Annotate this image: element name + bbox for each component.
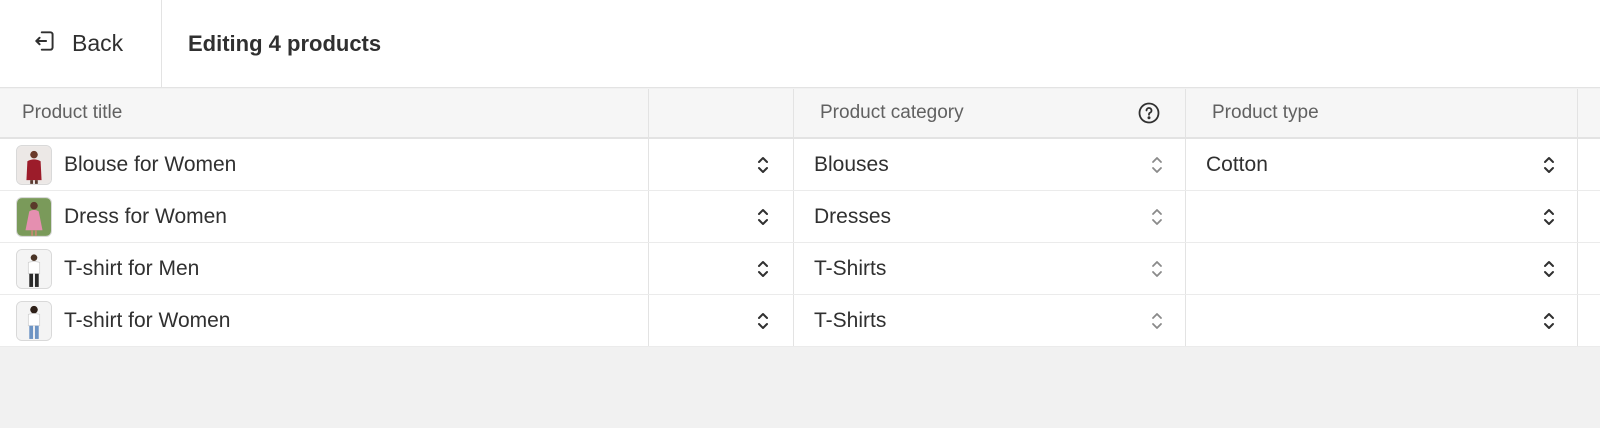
table-row: T-shirt for Women T-Shirts (0, 295, 1600, 347)
chevron-up-down-icon[interactable] (755, 310, 771, 332)
page-title: Editing 4 products (188, 30, 382, 56)
product-category-select[interactable]: T-Shirts (794, 243, 1186, 294)
table-row: Dress for Women Dresses (0, 191, 1600, 243)
product-category-value: Blouses (814, 152, 889, 176)
product-title-cell[interactable]: T-shirt for Women (0, 295, 649, 346)
column-header-product-category[interactable]: Product category (794, 89, 1186, 137)
chevron-up-down-icon[interactable] (755, 206, 771, 228)
product-title-cell[interactable]: T-shirt for Men (0, 243, 649, 294)
product-thumbnail (16, 248, 52, 289)
row-overflow (1578, 295, 1600, 346)
product-thumbnail (16, 196, 52, 237)
chevron-up-down-icon (1149, 154, 1165, 176)
product-category-value: T-Shirts (814, 256, 887, 280)
chevron-up-down-icon (1149, 206, 1165, 228)
product-type-select[interactable]: Cotton (1186, 139, 1578, 190)
column-header-product-title[interactable]: Product title (0, 89, 649, 137)
chevron-up-down-icon (1541, 310, 1557, 332)
product-thumbnail (16, 300, 52, 341)
product-title-cell[interactable]: Blouse for Women (0, 139, 649, 190)
question-circle-icon[interactable] (1137, 101, 1161, 125)
product-category-select[interactable]: Blouses (794, 139, 1186, 190)
column-header-label: Product type (1212, 102, 1319, 123)
exit-arrow-icon (32, 28, 58, 59)
product-category-select[interactable]: Dresses (794, 191, 1186, 242)
product-category-value: T-Shirts (814, 308, 887, 332)
table-header-row: Product title Product category Product t… (0, 89, 1600, 139)
row-overflow (1578, 191, 1600, 242)
product-category-select[interactable]: T-Shirts (794, 295, 1186, 346)
title-stepper-cell (649, 295, 794, 346)
back-button[interactable]: Back (0, 0, 162, 88)
table-row: Blouse for Women Blouses Cotton (0, 139, 1600, 191)
product-title-value: T-shirt for Men (64, 256, 200, 280)
product-thumbnail (16, 144, 52, 185)
chevron-up-down-icon (1541, 206, 1557, 228)
product-type-value: Cotton (1206, 152, 1268, 176)
row-overflow (1578, 243, 1600, 294)
column-header-label: Product title (22, 102, 123, 123)
title-stepper-cell (649, 139, 794, 190)
column-header-product-type[interactable]: Product type (1186, 89, 1578, 137)
title-stepper-cell (649, 191, 794, 242)
chevron-up-down-icon (1149, 258, 1165, 280)
table-row: T-shirt for Men T-Shirts (0, 243, 1600, 295)
column-header-overflow (1578, 89, 1600, 137)
product-type-select[interactable] (1186, 191, 1578, 242)
chevron-up-down-icon (1541, 154, 1557, 176)
top-bar: Back Editing 4 products (0, 0, 1600, 88)
title-stepper-cell (649, 243, 794, 294)
chevron-up-down-icon (1149, 310, 1165, 332)
row-overflow (1578, 139, 1600, 190)
product-title-value: T-shirt for Women (64, 308, 231, 332)
bulk-edit-table: Product title Product category Product t… (0, 89, 1600, 347)
product-category-value: Dresses (814, 204, 892, 228)
column-header-label: Product category (820, 102, 964, 123)
back-label: Back (72, 30, 124, 56)
product-title-value: Blouse for Women (64, 152, 237, 176)
chevron-up-down-icon (1541, 258, 1557, 280)
chevron-up-down-icon[interactable] (755, 154, 771, 176)
chevron-up-down-icon[interactable] (755, 258, 771, 280)
column-header-spacer (649, 89, 794, 137)
product-title-value: Dress for Women (64, 204, 227, 228)
product-type-select[interactable] (1186, 243, 1578, 294)
product-title-cell[interactable]: Dress for Women (0, 191, 649, 242)
product-type-select[interactable] (1186, 295, 1578, 346)
